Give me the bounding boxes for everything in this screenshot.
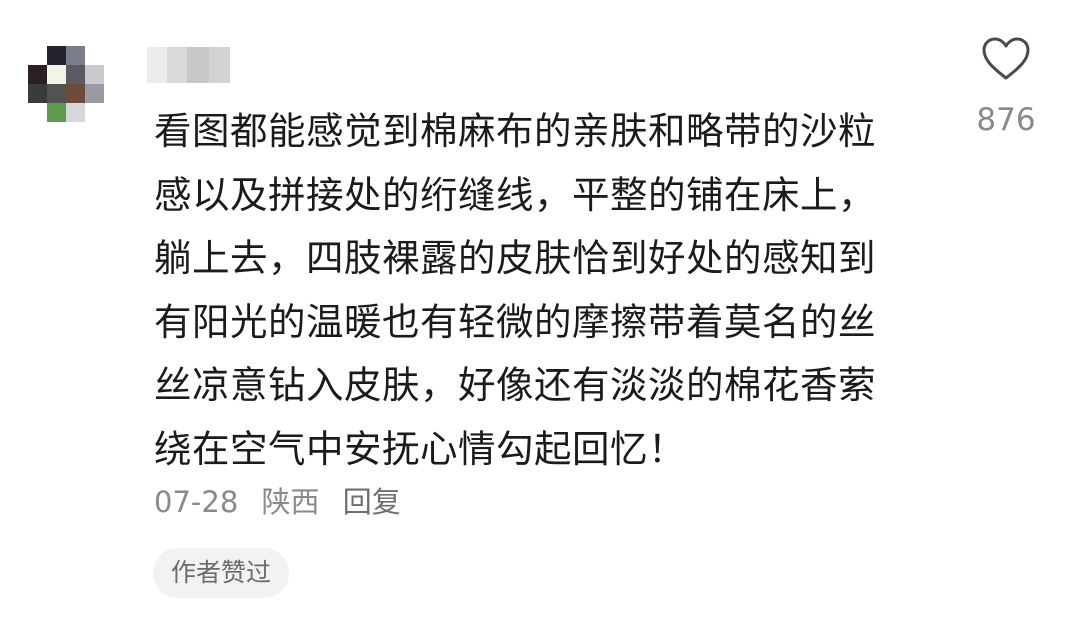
comment-location: 陕西: [261, 485, 320, 519]
comment-line: 躺上去，四肢裸露的皮肤恰到好处的感知到: [154, 236, 876, 280]
comment-line: 看图都能感觉到棉麻布的亲肤和略带的沙粒: [154, 109, 876, 153]
reply-button[interactable]: 回复: [343, 485, 401, 519]
comment-line: 绕在空气中安抚心情勾起回忆！: [154, 426, 686, 471]
like-button[interactable]: 876: [960, 36, 1052, 140]
avatar[interactable]: [28, 46, 112, 130]
comment-date: 07-28: [154, 485, 239, 519]
heart-outline-icon: [982, 37, 1030, 80]
username-blurred[interactable]: [147, 47, 230, 83]
comment-line: 丝凉意钻入皮肤，好像还有淡淡的棉花香萦: [154, 363, 876, 407]
comment-line: 有阳光的温暖也有轻微的摩擦带着莫名的丝: [154, 299, 876, 344]
comment-meta: 07-28 陕西 回复: [154, 482, 401, 522]
like-count: 876: [976, 102, 1036, 138]
comment-line: 感以及拼接处的绗缝线，平整的铺在床上，: [154, 172, 876, 217]
author-liked-badge: 作者赞过: [153, 548, 290, 598]
comment-text: 看图都能感觉到棉麻布的亲肤和略带的沙粒 感以及拼接处的绗缝线，平整的铺在床上， …: [154, 100, 954, 481]
